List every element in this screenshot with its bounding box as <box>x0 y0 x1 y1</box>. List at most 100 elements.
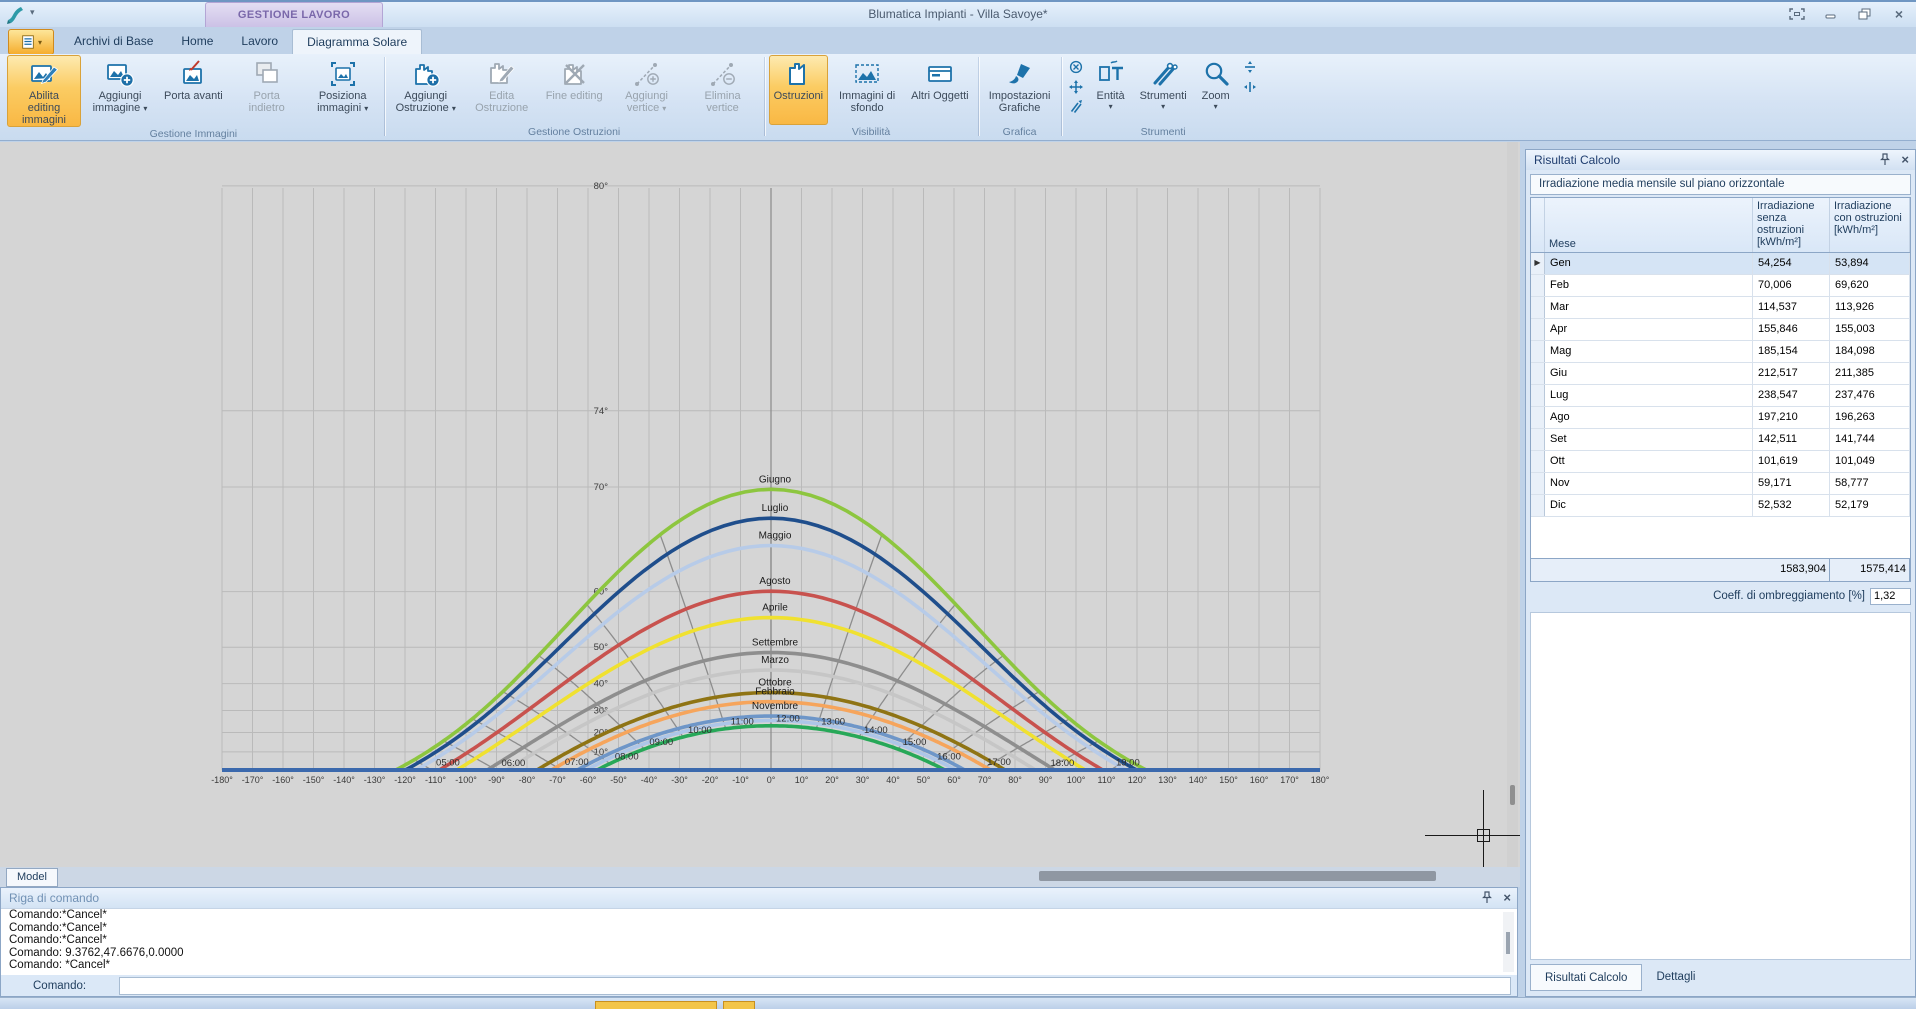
command-line-panel: Riga di comando × Comando:*Cancel*Comand… <box>0 887 1518 997</box>
command-history-scrollbar-thumb[interactable] <box>1506 932 1510 954</box>
svg-text:130°: 130° <box>1158 775 1177 785</box>
minimize-button[interactable] <box>1818 5 1844 23</box>
tab-lavoro[interactable]: Lavoro <box>227 29 292 54</box>
drawing-canvas[interactable]: 10°20°30°40°50°60°70°74°80°-180°-170°-16… <box>0 142 1520 867</box>
pin-icon[interactable] <box>1481 891 1493 909</box>
tab-risultati-calcolo[interactable]: Risultati Calcolo <box>1530 964 1642 991</box>
porta-avanti-button[interactable]: Porta avanti <box>159 55 228 127</box>
row-marker <box>1531 363 1545 384</box>
table-row[interactable]: Mag185,154184,098 <box>1531 341 1910 363</box>
command-panel-header[interactable]: Riga di comando <box>1 888 1517 909</box>
delete-entity-icon[interactable] <box>1068 58 1085 75</box>
tab-dettagli[interactable]: Dettagli <box>1642 964 1709 991</box>
results-panel-title[interactable]: Risultati Calcolo <box>1526 150 1915 170</box>
quick-access-dropdown-icon[interactable]: ▾ <box>30 7 35 18</box>
dropdown-arrow-icon: ▾ <box>38 38 42 47</box>
value-cell: 212,517 <box>1753 363 1830 384</box>
status-bar-button[interactable] <box>723 1001 755 1009</box>
table-row[interactable]: Lug238,547237,476 <box>1531 385 1910 407</box>
aggiungi-vertice-button[interactable]: Aggiungi vertice ▾ <box>610 55 684 125</box>
svg-text:10°: 10° <box>795 775 809 785</box>
zoom-button[interactable]: Zoom ▾ <box>1194 55 1238 125</box>
abilita-editing-immagini-button[interactable]: Abilita editing immagini <box>7 55 81 127</box>
row-marker <box>1531 275 1545 296</box>
group-separator <box>1061 57 1062 136</box>
table-row[interactable]: Ott101,619101,049 <box>1531 451 1910 473</box>
table-row[interactable]: ▶Gen54,25453,894 <box>1531 253 1910 275</box>
building-cancel-icon <box>557 58 591 90</box>
split-vertical-icon[interactable] <box>1242 78 1259 95</box>
table-row[interactable]: Dic52,53252,179 <box>1531 495 1910 517</box>
table-row[interactable]: Mar114,537113,926 <box>1531 297 1910 319</box>
table-header-row: Mese Irradiazione senza ostruzioni [kWh/… <box>1531 198 1910 253</box>
marker-column-header <box>1531 198 1545 252</box>
table-row[interactable]: Nov59,17158,777 <box>1531 473 1910 495</box>
close-icon[interactable]: × <box>1901 153 1909 171</box>
title-bar: ▾ GESTIONE LAVORO Blumatica Impianti - V… <box>0 2 1916 27</box>
close-icon[interactable]: × <box>1503 891 1511 909</box>
svg-text:19:00: 19:00 <box>1116 758 1140 769</box>
svg-text:Novembre: Novembre <box>752 701 799 712</box>
canvas-horizontal-scrollbar-thumb[interactable] <box>1039 871 1436 881</box>
building-plus-icon <box>409 58 443 90</box>
table-row[interactable]: Feb70,00669,620 <box>1531 275 1910 297</box>
application-menu-button[interactable]: ▾ <box>8 29 54 55</box>
svg-text:11:00: 11:00 <box>731 717 754 728</box>
svg-text:17:00: 17:00 <box>987 757 1011 768</box>
button-label: Abilita editing immagini <box>12 90 76 126</box>
close-button[interactable]: × <box>1886 5 1912 23</box>
posiziona-immagini-button[interactable]: Posiziona immagini ▾ <box>306 55 380 127</box>
tab-archivi-di-base[interactable]: Archivi di Base <box>60 29 167 54</box>
value-cell: 101,049 <box>1830 451 1910 472</box>
altri-oggetti-button[interactable]: Altri Oggetti <box>906 55 973 125</box>
button-label: Porta avanti <box>164 90 223 102</box>
svg-text:30°: 30° <box>856 775 870 785</box>
svg-text:-120°: -120° <box>394 775 416 785</box>
fine-editing-button[interactable]: Fine editing <box>541 55 608 125</box>
impostazioni-grafiche-button[interactable]: Impostazioni Grafiche <box>983 55 1057 125</box>
table-row[interactable]: Ago197,210196,263 <box>1531 407 1910 429</box>
entita-button[interactable]: Entità ▾ <box>1089 55 1133 125</box>
elimina-vertice-button[interactable]: Elimina vertice <box>686 55 760 125</box>
tab-diagramma-solare[interactable]: Diagramma Solare <box>292 29 422 54</box>
svg-text:-90°: -90° <box>488 775 505 785</box>
svg-text:-150°: -150° <box>303 775 325 785</box>
tab-home[interactable]: Home <box>167 29 227 54</box>
table-row[interactable]: Giu212,517211,385 <box>1531 363 1910 385</box>
svg-text:06:00: 06:00 <box>502 758 526 769</box>
value-cell: 58,777 <box>1830 473 1910 494</box>
aggiungi-ostruzione-button[interactable]: Aggiungi Ostruzione ▾ <box>389 55 463 125</box>
value-cell: 155,003 <box>1830 319 1910 340</box>
strumenti-button[interactable]: Strumenti ▾ <box>1135 55 1192 125</box>
table-row[interactable]: Apr155,846155,003 <box>1531 319 1910 341</box>
svg-text:-170°: -170° <box>242 775 264 785</box>
status-bar-button[interactable] <box>595 1001 717 1009</box>
column-header-senza-ostruzioni[interactable]: Irradiazione senza ostruzioni [kWh/m²] <box>1753 198 1830 252</box>
pin-icon[interactable] <box>1879 153 1891 171</box>
edita-ostruzione-button[interactable]: Edita Ostruzione <box>465 55 539 125</box>
porta-indietro-button[interactable]: Porta indietro <box>230 55 304 127</box>
immagini-di-sfondo-button[interactable]: Immagini di sfondo <box>830 55 904 125</box>
canvas-vertical-scrollbar-thumb[interactable] <box>1510 785 1515 805</box>
split-horizontal-icon[interactable] <box>1242 58 1259 75</box>
value-cell: 184,098 <box>1830 341 1910 362</box>
background-image-icon <box>850 58 884 90</box>
canvas-vertical-scrollbar[interactable] <box>1507 142 1518 867</box>
ostruzioni-toggle-button[interactable]: Ostruzioni <box>769 55 829 125</box>
ribbon: Abilita editing immagini Aggiungi immagi… <box>0 54 1916 141</box>
restore-button[interactable] <box>1852 5 1878 23</box>
command-history[interactable]: Comando:*Cancel*Comando:*Cancel*Comando:… <box>1 909 1517 976</box>
value-cell: 185,154 <box>1753 341 1830 362</box>
table-row[interactable]: Set142,511141,744 <box>1531 429 1910 451</box>
results-bottom-tabs: Risultati Calcolo Dettagli <box>1530 964 1709 991</box>
move-entity-icon[interactable] <box>1068 78 1085 95</box>
measure-icon[interactable] <box>1068 98 1085 115</box>
fit-screen-button[interactable] <box>1784 5 1810 23</box>
value-cell: 70,006 <box>1753 275 1830 296</box>
column-header-mese[interactable]: Mese <box>1545 198 1753 252</box>
column-header-con-ostruzioni[interactable]: Irradiazione con ostruzioni [kWh/m²] <box>1830 198 1910 252</box>
aggiungi-immagine-button[interactable]: Aggiungi immagine ▾ <box>83 55 157 127</box>
svg-text:70°: 70° <box>978 775 992 785</box>
button-label: Edita Ostruzione <box>470 90 534 114</box>
command-input[interactable] <box>119 977 1511 995</box>
